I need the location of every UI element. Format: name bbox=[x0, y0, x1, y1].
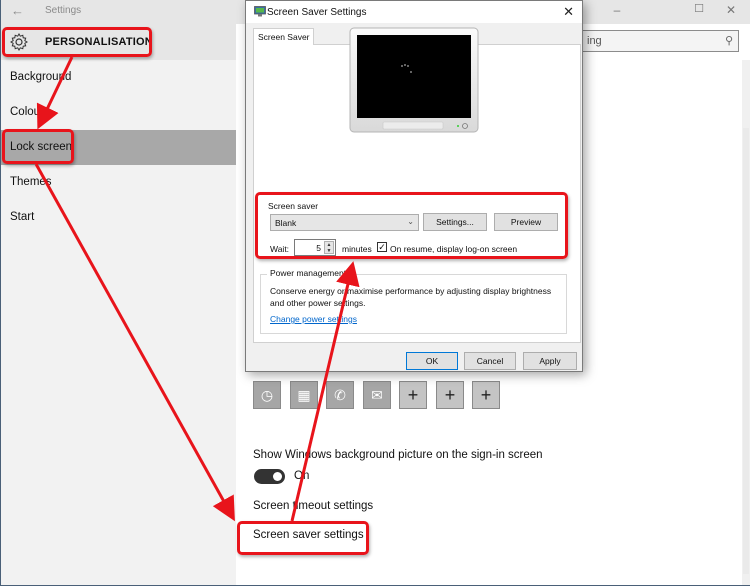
wait-label: Wait: bbox=[270, 244, 290, 254]
sidebar-item-colours[interactable]: Colours bbox=[1, 95, 236, 130]
monitor-preview bbox=[349, 27, 479, 133]
dialog-title-bar: Screen Saver Settings ✕ bbox=[246, 1, 582, 23]
scrollbar-thumb[interactable] bbox=[743, 128, 749, 574]
screen-saver-app-icon bbox=[254, 6, 266, 17]
plus-icon[interactable]: + bbox=[436, 381, 464, 409]
resume-logon-label[interactable]: On resume, display log-on screen bbox=[390, 244, 517, 254]
sidebar-item-lock-screen[interactable]: Lock screen bbox=[1, 130, 236, 165]
alarm-clock-icon[interactable]: ◷ bbox=[253, 381, 281, 409]
change-power-settings-link[interactable]: Change power settings bbox=[270, 314, 357, 324]
mail-icon[interactable]: ✉ bbox=[363, 381, 391, 409]
sidebar-item-themes[interactable]: Themes bbox=[1, 165, 236, 200]
resume-logon-checkbox[interactable]: ✓ bbox=[377, 242, 387, 252]
cancel-button[interactable]: Cancel bbox=[464, 352, 516, 370]
sidebar-item-start[interactable]: Start bbox=[1, 200, 236, 235]
toggle-state-label: On bbox=[294, 470, 310, 482]
dialog-title: Screen Saver Settings bbox=[267, 7, 367, 18]
section-title: PERSONALISATION bbox=[45, 36, 153, 48]
selected-screen-saver: Blank bbox=[275, 218, 297, 228]
screen-saver-settings-button[interactable]: Settings... bbox=[423, 213, 487, 231]
background-picture-label: Show Windows background picture on the s… bbox=[253, 449, 543, 461]
calendar-icon[interactable]: ▦ bbox=[290, 381, 318, 409]
search-icon[interactable]: ⚲ bbox=[725, 34, 733, 47]
power-management-description: Conserve energy or maximise performance … bbox=[270, 286, 552, 308]
search-text: ing bbox=[587, 35, 602, 47]
maximize-icon[interactable]: ☐ bbox=[689, 2, 709, 15]
screen-saver-settings-link[interactable]: Screen saver settings bbox=[253, 529, 364, 541]
sidebar: PERSONALISATION Background Colours Lock … bbox=[1, 24, 236, 585]
dialog-close-icon[interactable]: ✕ bbox=[563, 4, 574, 20]
screen-saver-select[interactable]: Blank ⌄ bbox=[270, 214, 419, 231]
search-input[interactable]: ing ⚲ bbox=[581, 30, 739, 52]
preview-button[interactable]: Preview bbox=[494, 213, 558, 231]
screen-saver-dialog: Screen Saver Settings ✕ Screen Saver Scr… bbox=[245, 0, 583, 372]
sidebar-item-background[interactable]: Background bbox=[1, 60, 236, 95]
wait-value: 5 bbox=[316, 243, 321, 253]
minimize-icon[interactable]: – bbox=[607, 3, 627, 17]
tab-screen-saver[interactable]: Screen Saver bbox=[253, 28, 314, 45]
plus-icon[interactable]: + bbox=[472, 381, 500, 409]
gear-icon bbox=[10, 33, 28, 51]
spinner-arrows[interactable]: ▲ ▼ bbox=[324, 241, 334, 254]
close-icon[interactable]: ✕ bbox=[721, 3, 741, 17]
plus-icon[interactable]: + bbox=[399, 381, 427, 409]
toggle-knob bbox=[273, 472, 282, 481]
background-picture-toggle[interactable] bbox=[254, 469, 285, 484]
apply-button[interactable]: Apply bbox=[523, 352, 577, 370]
window-title: Settings bbox=[45, 5, 82, 16]
minutes-label: minutes bbox=[342, 244, 372, 254]
chevron-down-icon: ⌄ bbox=[407, 217, 414, 226]
power-management-label: Power management bbox=[267, 268, 350, 278]
screen-saver-group-label: Screen saver bbox=[268, 201, 319, 211]
ok-button[interactable]: OK bbox=[406, 352, 458, 370]
back-arrow-icon[interactable]: ← bbox=[11, 3, 24, 18]
wait-minutes-spinner[interactable]: 5 ▲ ▼ bbox=[294, 239, 336, 256]
screen-timeout-settings-link[interactable]: Screen timeout settings bbox=[253, 500, 373, 512]
sidebar-header: PERSONALISATION bbox=[1, 24, 236, 60]
phone-icon[interactable]: ✆ bbox=[326, 381, 354, 409]
